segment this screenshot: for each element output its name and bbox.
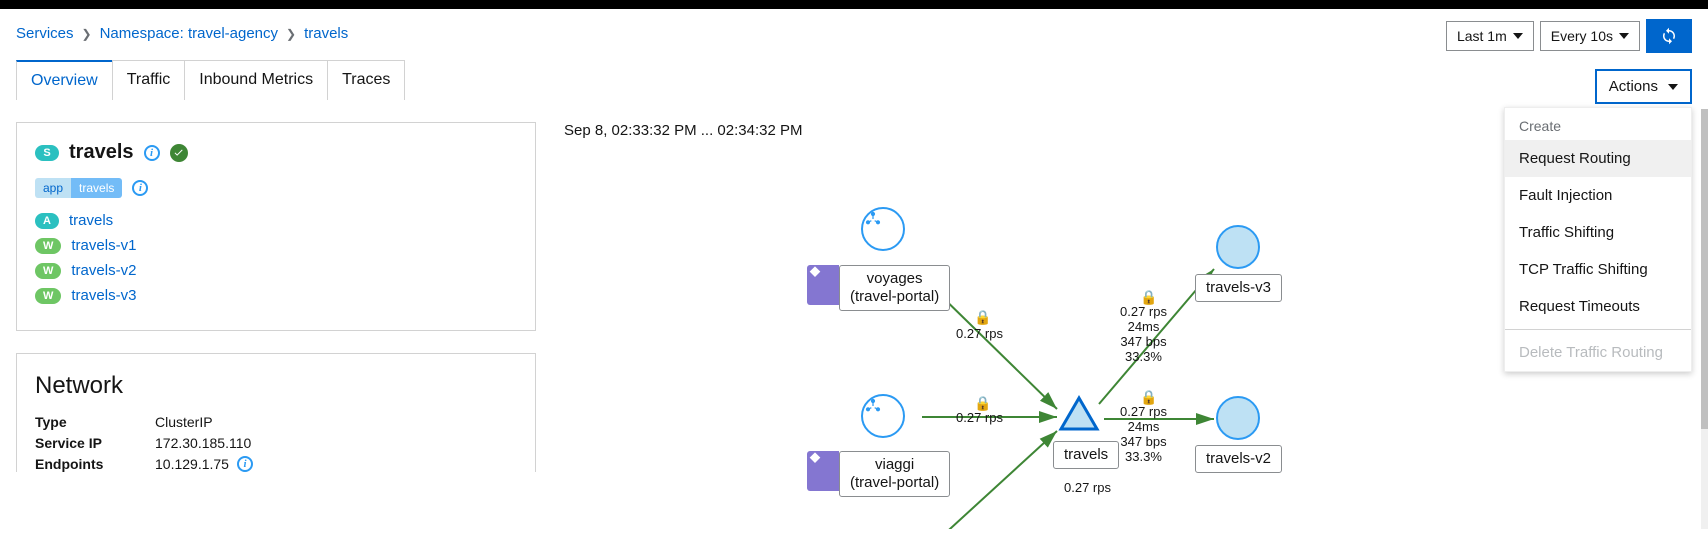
service-card: S travels i app travels i A travels [16,122,536,331]
graph-node-travels-v2[interactable] [1216,396,1260,440]
menu-divider [1505,329,1691,330]
duration-dropdown[interactable]: Last 1m [1446,21,1534,51]
scrollbar[interactable] [1701,109,1708,529]
edge-label-v2: 0.27 rps 24ms 347 bps 33.3% [1120,405,1167,465]
workload-badge: W [35,288,61,304]
network-val-endpoints: 10.129.1.75 i [155,456,253,472]
network-key-type: Type [35,414,155,430]
actions-button[interactable]: Actions [1595,69,1692,104]
service-title: travels [69,141,134,164]
edge-label-v3: 0.27 rps 24ms 347 bps 33.3% [1120,305,1167,365]
caret-down-icon [1513,33,1523,39]
graph-node-viaggi[interactable]: viaggi (travel-portal) [839,451,950,497]
graph-node-voyages[interactable]: voyages (travel-portal) [839,265,950,311]
graph-node-travels-label: travels [1053,441,1119,469]
menu-item-fault-injection[interactable]: Fault Injection [1505,177,1691,214]
lock-icon: 🔒 [974,309,991,326]
breadcrumb-services[interactable]: Services [16,25,74,42]
graph-node-travels-v2-label: travels-v2 [1195,445,1282,473]
edge-label-viaggi: 0.27 rps [956,411,1003,426]
sync-icon [1660,27,1678,45]
workload-link-v1[interactable]: travels-v1 [71,237,136,254]
network-val-serviceip: 172.30.185.110 [155,435,251,451]
app-link[interactable]: travels [69,212,113,229]
tab-overview[interactable]: Overview [16,60,113,100]
chevron-right-icon: ❯ [286,27,296,41]
edge-label-voyages: 0.27 rps [956,327,1003,342]
network-key-serviceip: Service IP [35,435,155,451]
service-badge: S [35,145,59,161]
info-icon[interactable]: i [144,145,160,161]
sidecar-icon [807,451,839,491]
edge-label-bottom: 0.27 rps [1064,481,1111,496]
breadcrumb-current[interactable]: travels [304,25,348,42]
graph-node-source-voyages[interactable] [861,207,905,251]
tab-inbound-metrics[interactable]: Inbound Metrics [184,60,328,100]
label-key: app [35,178,71,198]
label-val: travels [71,178,122,198]
refresh-button[interactable] [1646,19,1692,53]
tabs: Overview Traffic Inbound Metrics Traces [16,60,1692,100]
chevron-right-icon: ❯ [82,27,92,41]
graph-node-travels-service[interactable] [1058,395,1100,437]
tab-traces[interactable]: Traces [327,60,405,100]
duration-label: Last 1m [1457,28,1507,44]
menu-item-request-timeouts[interactable]: Request Timeouts [1505,288,1691,325]
workload-badge: W [35,263,61,279]
menu-item-request-routing[interactable]: Request Routing [1505,140,1691,177]
refresh-interval-label: Every 10s [1551,28,1613,44]
menu-item-tcp-traffic-shifting[interactable]: TCP Traffic Shifting [1505,251,1691,288]
workload-link-v3[interactable]: travels-v3 [71,287,136,304]
actions-label: Actions [1609,78,1658,95]
graph-node-source-viaggi[interactable] [861,394,905,438]
network-card: Network Type ClusterIP Service IP 172.30… [16,353,536,472]
caret-down-icon [1619,33,1629,39]
menu-item-traffic-shifting[interactable]: Traffic Shifting [1505,214,1691,251]
app-badge: A [35,213,59,229]
menu-item-delete-traffic-routing: Delete Traffic Routing [1505,334,1691,371]
graph-node-travels-v3[interactable] [1216,225,1260,269]
topology-icon [863,209,883,229]
health-ok-icon [170,144,188,162]
info-icon[interactable]: i [132,180,148,196]
scrollbar-thumb[interactable] [1701,109,1708,429]
refresh-interval-dropdown[interactable]: Every 10s [1540,21,1640,51]
network-title: Network [35,372,517,400]
actions-menu-section: Create [1505,108,1691,140]
topology-icon [863,396,883,416]
workload-link-v2[interactable]: travels-v2 [71,262,136,279]
info-icon[interactable]: i [237,456,253,472]
network-val-type: ClusterIP [155,414,213,430]
actions-menu: Create Request Routing Fault Injection T… [1504,107,1692,372]
network-key-endpoints: Endpoints [35,456,155,472]
workload-badge: W [35,238,61,254]
breadcrumb-namespace[interactable]: Namespace: travel-agency [100,25,278,42]
graph-node-travels-v3-label: travels-v3 [1195,274,1282,302]
caret-down-icon [1668,84,1678,90]
breadcrumb: Services ❯ Namespace: travel-agency ❯ tr… [16,19,1692,56]
tab-traffic[interactable]: Traffic [112,60,186,100]
label-chip[interactable]: app travels [35,178,122,198]
sidecar-icon [807,265,839,305]
